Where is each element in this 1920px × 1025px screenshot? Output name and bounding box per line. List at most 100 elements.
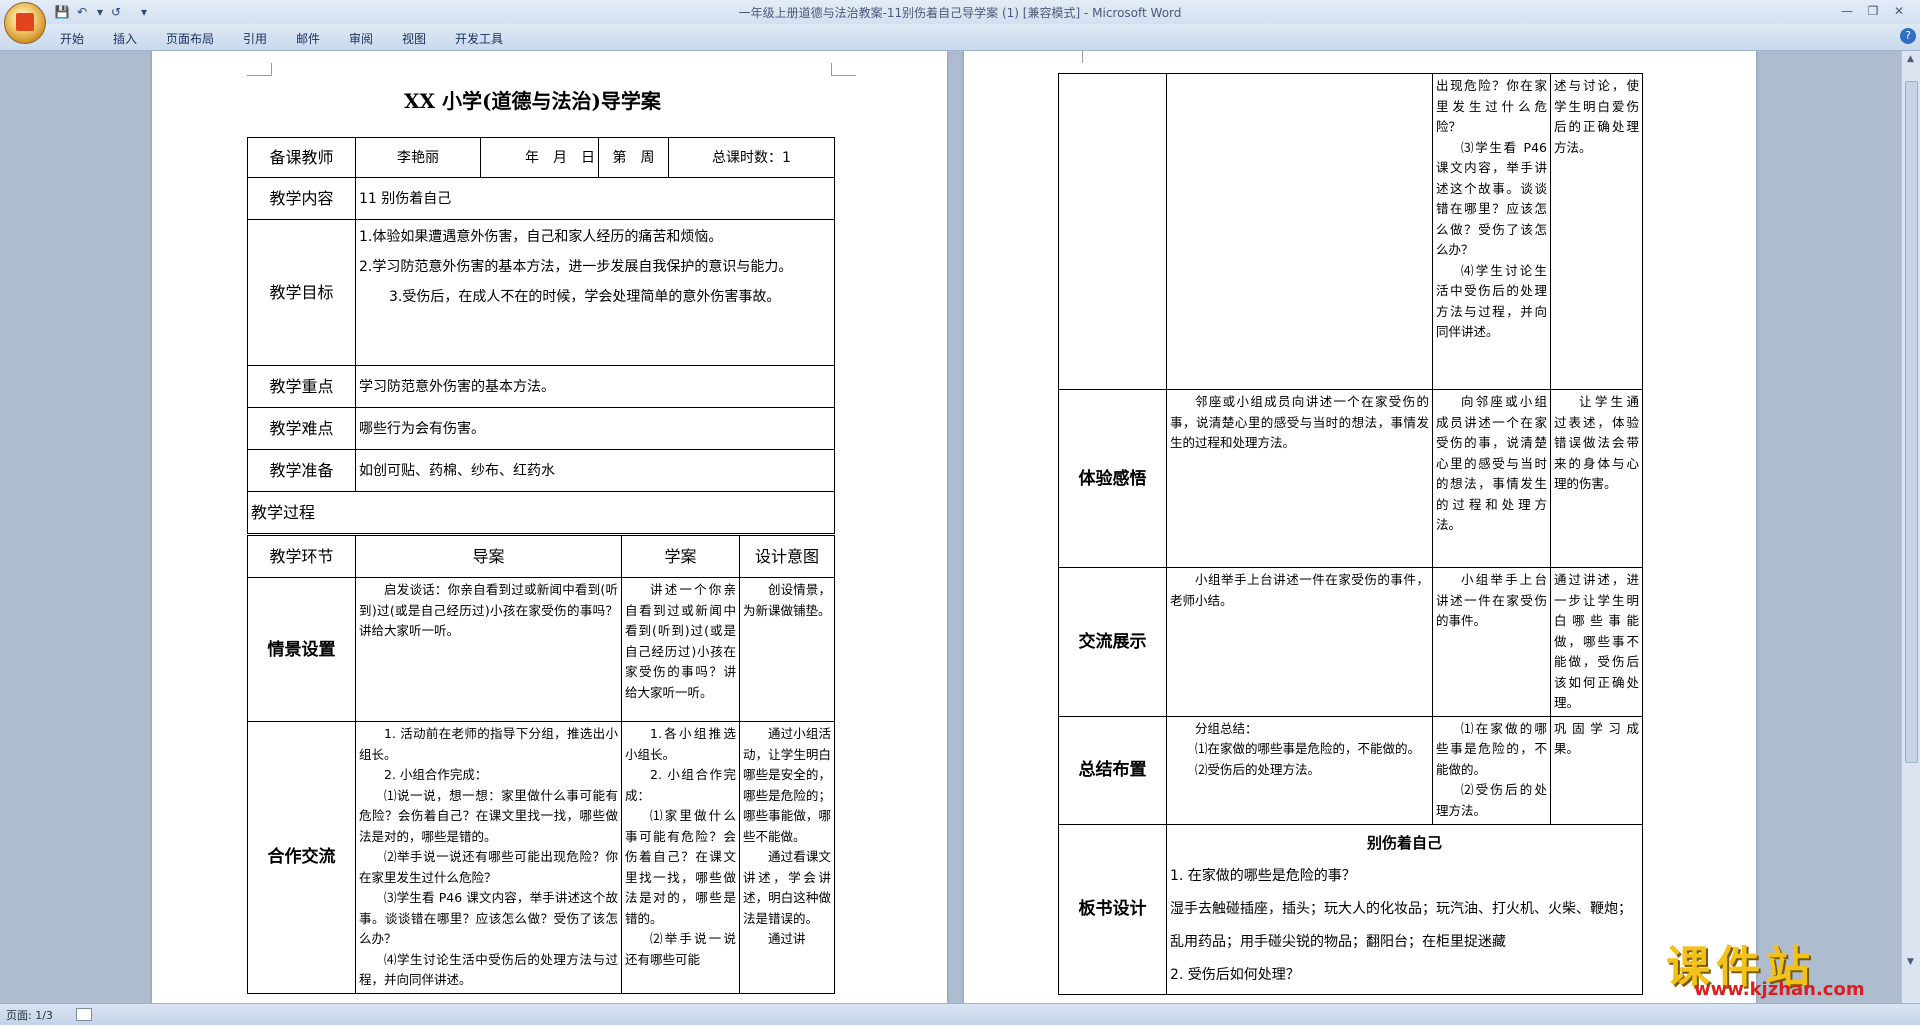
stage-cell: 情景设置 (247, 577, 356, 722)
help-icon[interactable]: ? (1900, 28, 1916, 44)
teacher-name: 李艳丽 (355, 137, 481, 178)
tab-mailings[interactable]: 邮件 (296, 30, 320, 47)
guide-cell: 启发谈话：你亲自看到过或新闻中看到(听到)过(或是自己经历过)小孩在家受伤的事吗… (355, 577, 622, 722)
tab-home[interactable]: 开始 (60, 30, 84, 47)
study-cell: 1.各小组推选小组长。 2. 小组合作完成： ⑴家里做什么事可能有危险？会伤着自… (621, 721, 740, 994)
study-cell: 出现危险？你在家里发生过什么危险？ ⑶学生看 P46 课文内容，举手讲述这个故事… (1432, 73, 1551, 390)
guide-line: ⑵举手说一说还有哪些可能出现危险？你在家里发生过什么危险？ (359, 849, 618, 885)
key-label: 教学重点 (247, 365, 356, 408)
scroll-down-icon[interactable]: ▼ (1905, 957, 1916, 968)
intent-cell: 巩固学习成果。 (1550, 715, 1643, 825)
study-line: ⑴在家做的哪些事是危险的，不能做的。 (1436, 720, 1547, 777)
total-hours: 总课时数：1 (667, 137, 836, 178)
guide-cell: 1. 活动前在老师的指导下分组，推选出小组长。 2. 小组合作完成： ⑴说一说，… (355, 721, 622, 994)
page-indicator[interactable]: 页面: 1/3 (6, 1007, 53, 1023)
intent-line: 通过讲 (768, 931, 806, 946)
guide-line: 2. 小组合作完成： (384, 767, 488, 782)
intent-cell: 通过小组活动，让学生明白哪些是安全的，哪些是危险的；哪些事能做，哪些不能做。 通… (739, 721, 835, 994)
teacher-label: 备课教师 (247, 137, 356, 178)
tab-page-layout[interactable]: 页面布局 (166, 30, 214, 47)
study-line: 1.各小组推选小组长。 (625, 726, 736, 762)
board-line: 1. 在家做的哪些是危险的事？ (1170, 867, 1356, 884)
guide-cell: 邻座或小组成员向讲述一个在家受伤的事，说清楚心里的感受与当时的想法，事情发生的过… (1166, 389, 1433, 568)
study-line: ⑶学生看 P46 课文内容，举手讲述这个故事。谈谈错在哪里？应该怎么做？受伤了该… (1436, 139, 1547, 258)
board-line: 2. 受伤后如何处理？ (1170, 966, 1300, 983)
intent-cell: 通过讲述，进一步让学生明白哪些事能做，哪些事不能做，受伤后该如何正确处理。 (1550, 567, 1643, 717)
corner-mark (247, 63, 272, 76)
close-icon[interactable]: ✕ (1888, 3, 1910, 19)
minimize-icon[interactable]: — (1836, 3, 1858, 19)
guide-line: ⑴说一说，想一想：家里做什么事可能有危险？会伤着自己？在课文里找一找，哪些做法是… (359, 787, 618, 844)
col-stage: 教学环节 (247, 535, 356, 578)
corner-mark (1058, 51, 1083, 63)
guide-line: 1. 活动前在老师的指导下分组，推选出小组长。 (359, 726, 618, 762)
office-logo-icon (16, 13, 34, 31)
stage-cell: 板书设计 (1058, 823, 1167, 995)
study-line: 2. 小组合作完成： (625, 767, 736, 803)
scrollbar-thumb[interactable] (1905, 81, 1918, 763)
guide-line: ⑷学生讨论生活中受伤后的处理方法与过程，并向同伴讲述。 (359, 951, 618, 988)
study-line: 出现危险？你在家里发生过什么危险？ (1436, 78, 1547, 134)
restore-icon[interactable]: ❐ (1862, 3, 1884, 19)
prep-value: 如创可贴、药棉、纱布、红药水 (354, 449, 836, 492)
study-cell: 讲述一个你亲自看到过或新闻中看到(听到)过(或是自己经历过)小孩在家受伤的事吗？… (621, 577, 740, 722)
study-line: ⑵受伤后的处理方法。 (1436, 782, 1547, 818)
guide-line: ⑵受伤后的处理方法。 (1195, 761, 1321, 777)
vertical-scrollbar[interactable]: ▲ ▼ (1901, 51, 1920, 1004)
scroll-up-icon[interactable]: ▲ (1905, 54, 1916, 65)
date-field: 年 月 日 (480, 137, 599, 178)
study-line: ⑷学生讨论生活中受伤后的处理方法与过程，并向同伴讲述。 (1436, 262, 1547, 340)
week-field: 第 周 (598, 137, 669, 178)
tab-developer[interactable]: 开发工具 (455, 30, 503, 47)
prep-label: 教学准备 (247, 449, 356, 492)
study-line: ⑴家里做什么事可能有危险？会伤着自己？在课文里找一找，哪些做法是对的，哪些是错的… (625, 808, 736, 926)
tab-view[interactable]: 视图 (402, 30, 426, 47)
guide-cell (1166, 73, 1433, 390)
goal-item: 3.受伤后，在成人不在的时候，学会处理简单的意外伤害事故。 (389, 289, 781, 305)
goals-label: 教学目标 (247, 219, 356, 366)
board-cell: 别伤着自己 1. 在家做的哪些是危险的事？ 湿手去触碰插座，插头；玩大人的化妆品… (1166, 823, 1643, 995)
process-table: 教学环节 导案 学案 设计意图 情景设置 启发谈话：你亲自看到过或新闻中看到(听… (247, 535, 835, 994)
lesson-table: 备课教师 李艳丽 年 月 日 第 周 总课时数：1 教学内容 11 别伤着自己 … (246, 137, 836, 534)
difficulty-value: 哪些行为会有伤害。 (354, 407, 836, 450)
guide-line: ⑶学生看 P46 课文内容，举手讲述这个故事。谈谈错在哪里？应该怎么做？受伤了该… (359, 890, 618, 946)
content-value: 11 别伤着自己 (354, 177, 836, 220)
content-label: 教学内容 (247, 177, 356, 220)
tab-review[interactable]: 审阅 (349, 30, 373, 47)
process-table-continued: 出现危险？你在家里发生过什么危险？ ⑶学生看 P46 课文内容，举手讲述这个故事… (1058, 73, 1643, 995)
proofing-icon[interactable] (76, 1008, 92, 1021)
corner-mark (831, 63, 856, 76)
window-title: 一年级上册道德与法治教案-11别伤着自己导学案 (1) [兼容模式] - Mic… (738, 6, 1182, 20)
stage-cell: 体验感悟 (1058, 389, 1167, 568)
goal-item: 1.体验如果遭遇意外伤害，自己和家人经历的痛苦和烦恼。 (359, 229, 723, 245)
board-line: 湿手去触碰插座，插头；玩大人的化妆品；玩汽油、打火机、火柴、鞭炮；乱用药品；用手… (1170, 900, 1632, 950)
process-label: 教学过程 (246, 491, 836, 534)
ribbon-tabs: 开始 插入 页面布局 引用 邮件 审阅 视图 开发工具 ? (0, 24, 1920, 51)
key-value: 学习防范意外伤害的基本方法。 (354, 365, 836, 408)
col-guide: 导案 (355, 535, 622, 578)
tab-insert[interactable]: 插入 (113, 30, 137, 47)
kjzhan-watermark-logo: 课件站 www.kjzhan.com (1666, 931, 1898, 1001)
stage-cell: 交流展示 (1058, 567, 1167, 717)
guide-cell: 分组总结： ⑴在家做的哪些事是危险的，不能做的。 ⑵受伤后的处理方法。 (1166, 715, 1433, 825)
goal-item: 2.学习防范意外伤害的基本方法，进一步发展自我保护的意识与能力。 (359, 259, 793, 275)
study-cell: 小组举手上台讲述一件在家受伤的事件。 (1432, 567, 1551, 717)
study-cell: ⑴在家做的哪些事是危险的，不能做的。 ⑵受伤后的处理方法。 (1432, 715, 1551, 825)
office-button[interactable] (4, 2, 46, 44)
tab-references[interactable]: 引用 (243, 30, 267, 47)
intent-line: 通过看课文讲述，学会讲述，明白这种做法是错误的。 (743, 849, 831, 926)
intent-cell: 让学生通过表述，体验错误做法会带来的身体与心理的伤害。 (1550, 389, 1643, 568)
guide-line: ⑴在家做的哪些事是危险的，不能做的。 (1195, 741, 1421, 756)
status-bar: 页面: 1/3 (0, 1003, 1920, 1025)
board-title: 别伤着自己 (1366, 833, 1442, 852)
stage-cell: 合作交流 (247, 721, 356, 994)
col-intent: 设计意图 (739, 535, 835, 578)
col-study: 学案 (621, 535, 740, 578)
watermark-url: www.kjzhan.com (1694, 979, 1865, 1000)
difficulty-label: 教学难点 (247, 407, 356, 450)
stage-cell (1058, 73, 1167, 390)
title-bar: 💾 ↶ ▾ ↺ ▾ 一年级上册道德与法治教案-11别伤着自己导学案 (1) [兼… (0, 0, 1920, 24)
guide-line: 分组总结： (1195, 720, 1258, 736)
document-area: XX 小学(道德与法治)导学案 备课教师 李艳丽 年 月 日 第 周 总课时数：… (0, 51, 1902, 1004)
goals-list: 1.体验如果遭遇意外伤害，自己和家人经历的痛苦和烦恼。 2.学习防范意外伤害的基… (354, 219, 836, 366)
